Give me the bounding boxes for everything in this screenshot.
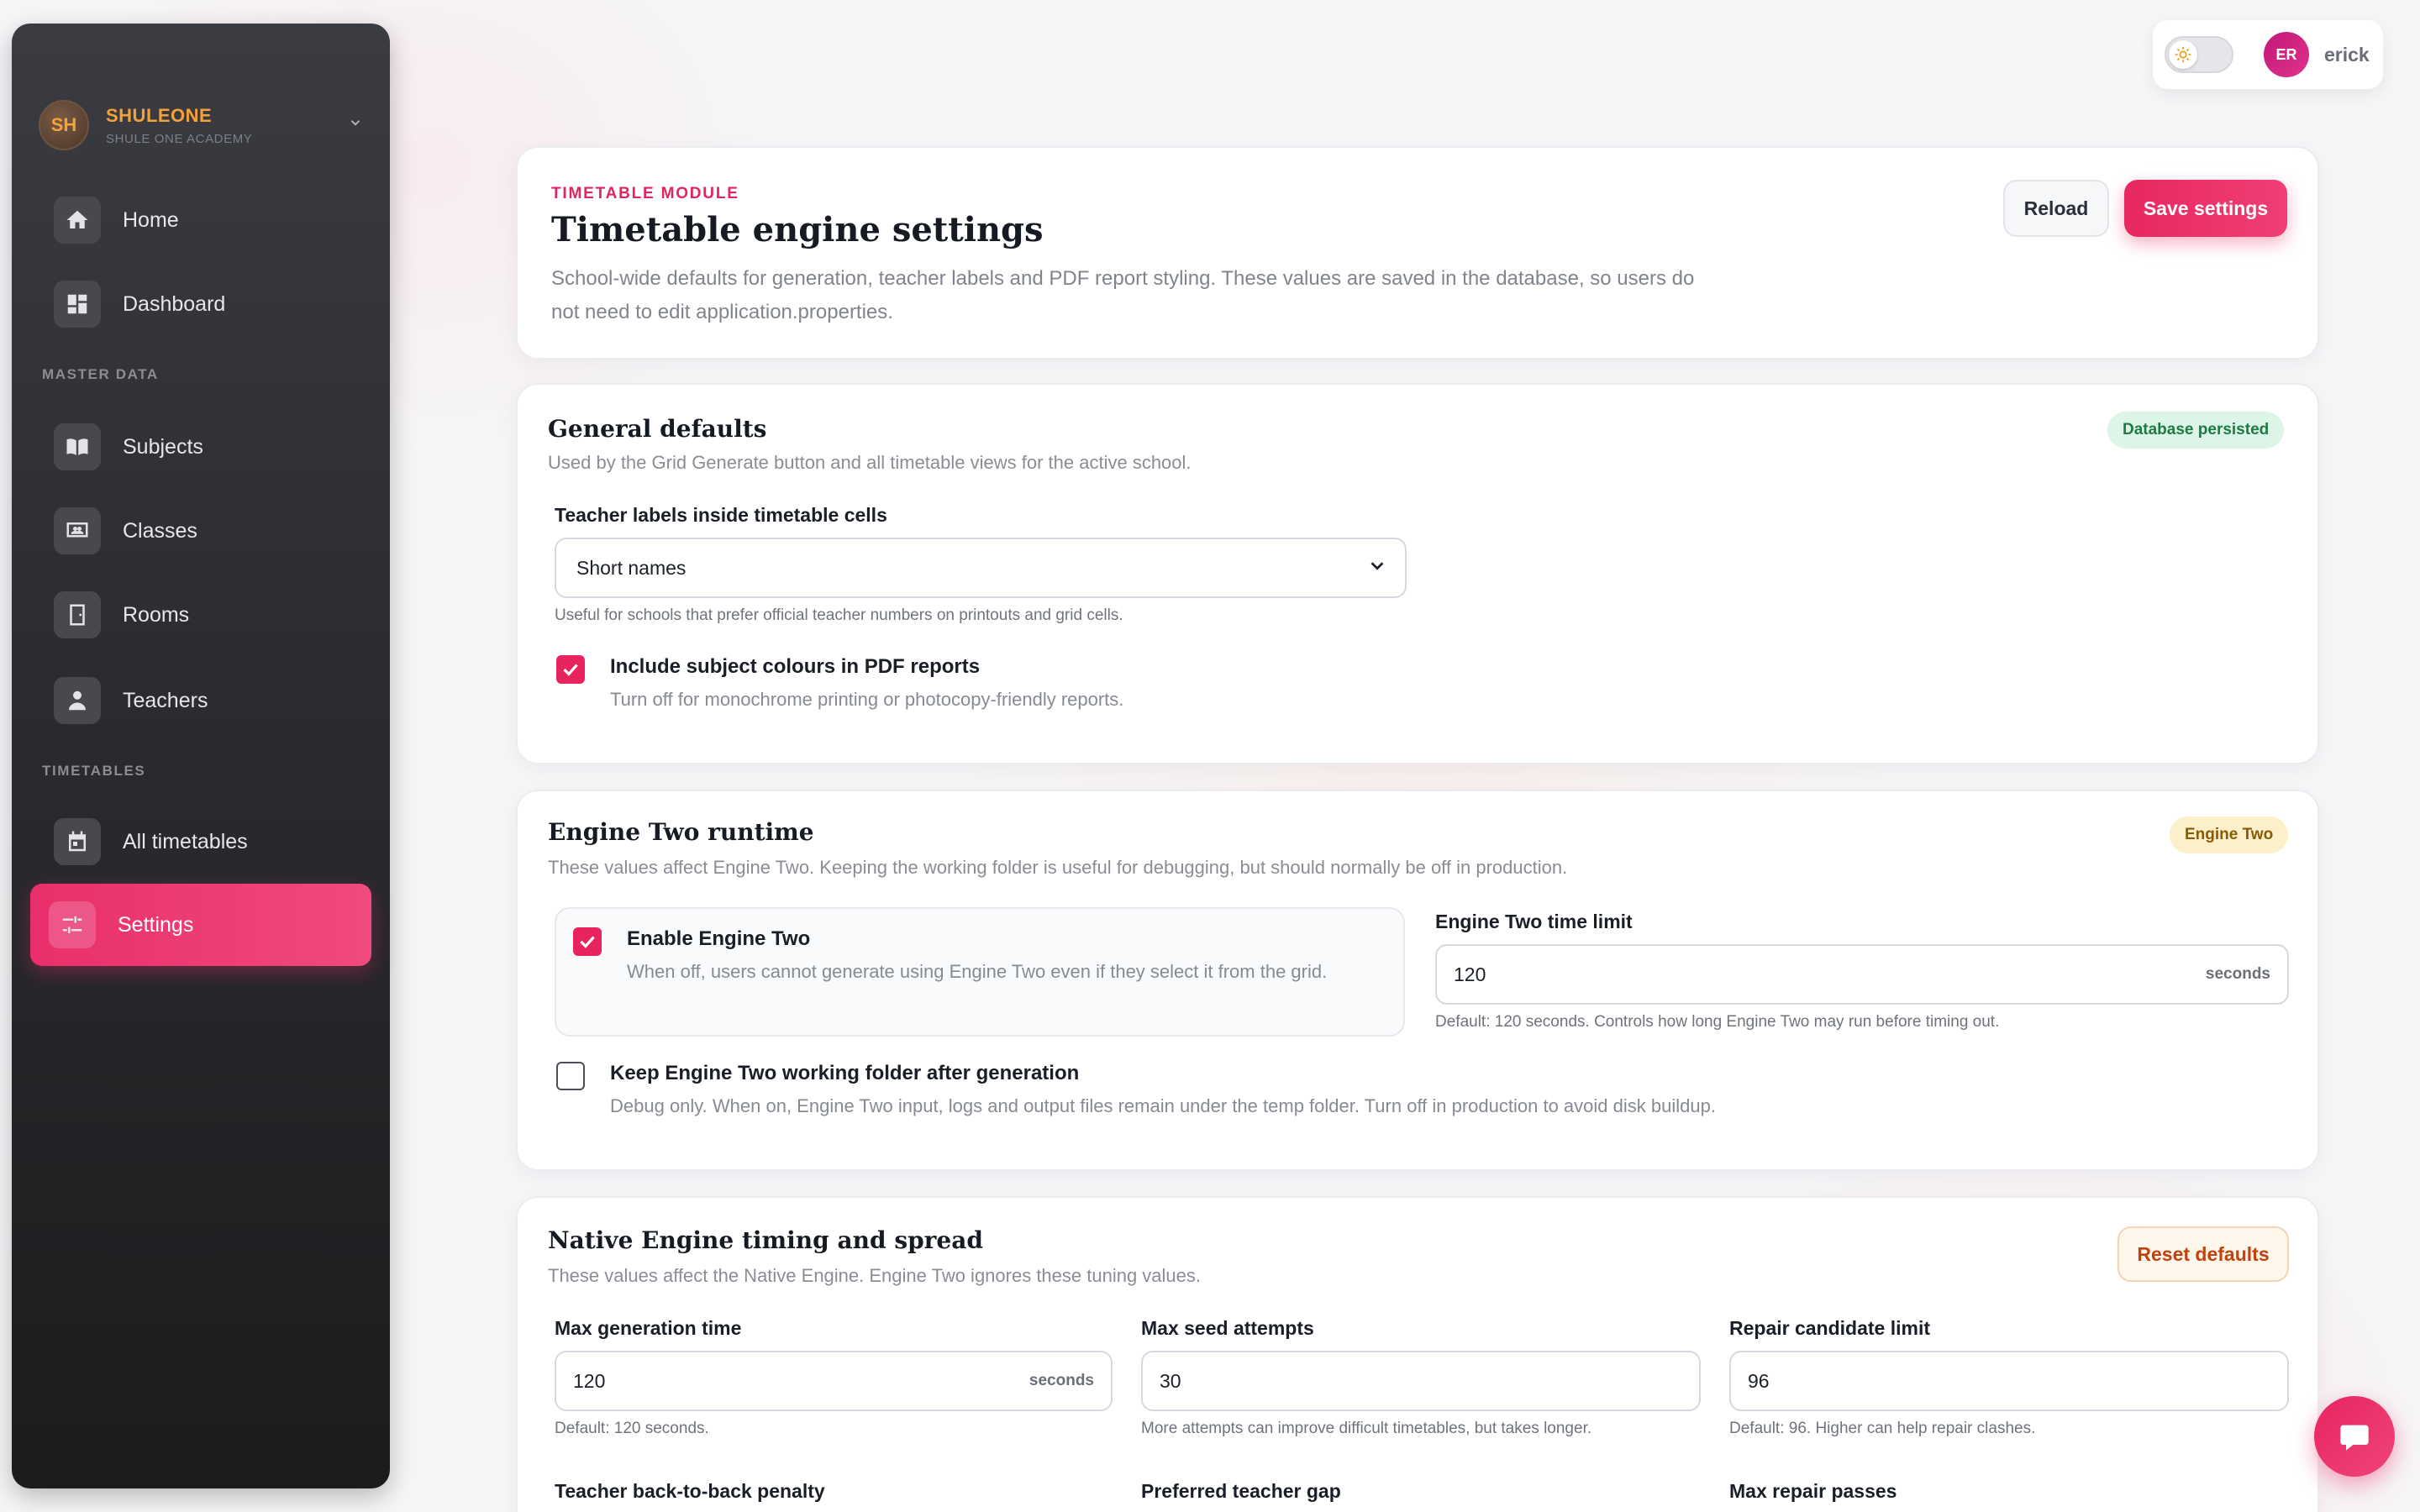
max-seed-attempts-input[interactable]: 30 <box>1141 1351 1701 1411</box>
school-name: SHULEONE <box>106 104 213 126</box>
section-description: These values affect the Native Engine. E… <box>548 1265 1202 1286</box>
school-logo: SH <box>39 100 89 150</box>
max-repair-passes-label: Max repair passes <box>1729 1480 1897 1502</box>
sidebar-item-label: Settings <box>118 912 194 937</box>
time-limit-label: Engine Two time limit <box>1435 911 1633 932</box>
native-engine-card: Native Engine timing and spread These va… <box>516 1196 2319 1512</box>
header-card: TIMETABLE MODULE Timetable engine settin… <box>516 146 2319 360</box>
theme-toggle[interactable] <box>2165 36 2233 73</box>
teacher-labels-help: Useful for schools that prefer official … <box>555 606 1123 624</box>
max-generation-time-label: Max generation time <box>555 1317 742 1339</box>
max-generation-time-help: Default: 120 seconds. <box>555 1420 709 1437</box>
input-value: 30 <box>1160 1369 1181 1392</box>
enable-engine-two-label: Enable Engine Two <box>627 927 811 950</box>
max-seed-attempts-help: More attempts can improve difficult time… <box>1141 1420 1592 1437</box>
classroom-icon <box>54 507 101 554</box>
sidebar-item-dashboard[interactable]: Dashboard <box>42 272 383 336</box>
sidebar-item-label: Home <box>123 207 179 232</box>
sidebar-item-teachers[interactable]: Teachers <box>42 669 383 732</box>
door-icon <box>54 591 101 638</box>
sun-icon <box>2169 40 2197 69</box>
chevron-down-icon[interactable] <box>348 115 363 135</box>
module-eyebrow: TIMETABLE MODULE <box>551 185 739 202</box>
check-icon <box>580 936 595 948</box>
subject-colours-checkbox[interactable] <box>556 655 585 684</box>
teacher-labels-label: Teacher labels inside timetable cells <box>555 504 887 526</box>
subject-colours-help: Turn off for monochrome printing or phot… <box>610 689 1124 710</box>
sidebar-item-label: Rooms <box>123 602 190 627</box>
status-badge: Database persisted <box>2107 412 2285 449</box>
unit-label: seconds <box>1028 1372 1094 1389</box>
time-limit-help: Default: 120 seconds. Controls how long … <box>1435 1013 2000 1031</box>
user-widget: ER erick <box>2153 20 2383 89</box>
engine-badge: Engine Two <box>2170 816 2289 853</box>
chevron-down-icon <box>1368 556 1386 580</box>
home-icon <box>54 197 101 244</box>
section-title: Engine Two runtime <box>548 818 814 846</box>
enable-engine-two-checkbox[interactable] <box>573 927 602 956</box>
section-label-master-data: MASTER DATA <box>42 366 159 382</box>
avatar[interactable]: ER <box>2264 32 2309 77</box>
subject-colours-label: Include subject colours in PDF reports <box>610 655 981 678</box>
chat-button[interactable] <box>2314 1396 2395 1477</box>
unit-label: seconds <box>2205 965 2270 983</box>
repair-candidate-limit-help: Default: 96. Higher can help repair clas… <box>1729 1420 2036 1437</box>
reload-button[interactable]: Reload <box>2003 180 2109 237</box>
dashboard-icon <box>54 281 101 328</box>
preferred-gap-label: Preferred teacher gap <box>1141 1480 1341 1502</box>
page-description: School-wide defaults for generation, tea… <box>551 267 1695 323</box>
b2b-penalty-label: Teacher back-to-back penalty <box>555 1480 825 1502</box>
book-icon <box>54 423 101 470</box>
repair-candidate-limit-input[interactable]: 96 <box>1729 1351 2289 1411</box>
sidebar-item-label: All timetables <box>123 829 248 853</box>
sliders-icon <box>49 901 96 948</box>
section-title: General defaults <box>548 415 767 443</box>
teacher-icon <box>54 677 101 724</box>
section-description: These values affect Engine Two. Keeping … <box>548 857 1568 878</box>
reset-defaults-button[interactable]: Reset defaults <box>2118 1226 2289 1282</box>
user-name[interactable]: erick <box>2324 44 2370 66</box>
check-icon <box>563 664 578 676</box>
time-limit-input[interactable]: 120 seconds <box>1435 944 2289 1005</box>
keep-folder-checkbox[interactable] <box>556 1062 585 1090</box>
sidebar-item-label: Subjects <box>123 434 203 459</box>
school-subtitle: SHULE ONE ACADEMY <box>106 131 253 146</box>
input-value: 96 <box>1748 1369 1770 1392</box>
input-value: 120 <box>1454 963 1486 985</box>
max-generation-time-input[interactable]: 120 seconds <box>555 1351 1113 1411</box>
sidebar-item-home[interactable]: Home <box>42 188 383 252</box>
section-description: Used by the Grid Generate button and all… <box>548 452 1192 473</box>
sidebar-item-classes[interactable]: Classes <box>42 499 383 563</box>
max-seed-attempts-label: Max seed attempts <box>1141 1317 1314 1339</box>
section-label-timetables: TIMETABLES <box>42 763 146 779</box>
engine-two-card: Engine Two runtime These values affect E… <box>516 790 2319 1171</box>
sidebar-item-settings[interactable]: Settings <box>30 884 371 966</box>
keep-folder-label: Keep Engine Two working folder after gen… <box>610 1062 1080 1084</box>
keep-folder-help: Debug only. When on, Engine Two input, l… <box>610 1095 1716 1116</box>
input-value: 120 <box>573 1369 606 1392</box>
save-settings-button[interactable]: Save settings <box>2124 180 2287 237</box>
sidebar-item-subjects[interactable]: Subjects <box>42 415 383 479</box>
enable-engine-two-help: When off, users cannot generate using En… <box>627 961 1328 982</box>
page-title: Timetable engine settings <box>551 210 1044 249</box>
chat-bubble-icon <box>2340 1425 2369 1451</box>
section-title: Native Engine timing and spread <box>548 1226 983 1254</box>
sidebar-item-label: Classes <box>123 518 197 543</box>
general-defaults-card: General defaults Used by the Grid Genera… <box>516 383 2319 764</box>
select-value: Short names <box>576 556 687 579</box>
sidebar-item-all-timetables[interactable]: All timetables <box>42 810 383 874</box>
teacher-labels-select[interactable]: Short names <box>555 538 1407 598</box>
repair-candidate-limit-label: Repair candidate limit <box>1729 1317 1931 1339</box>
calendar-icon <box>54 818 101 865</box>
sidebar-item-label: Teachers <box>123 688 208 712</box>
school-switcher[interactable]: SH SHULEONE SHULE ONE ACADEMY <box>39 94 375 156</box>
sidebar-item-label: Dashboard <box>123 291 226 316</box>
sidebar-item-rooms[interactable]: Rooms <box>42 583 383 647</box>
sidebar: SH SHULEONE SHULE ONE ACADEMY Home Dashb… <box>12 24 390 1488</box>
